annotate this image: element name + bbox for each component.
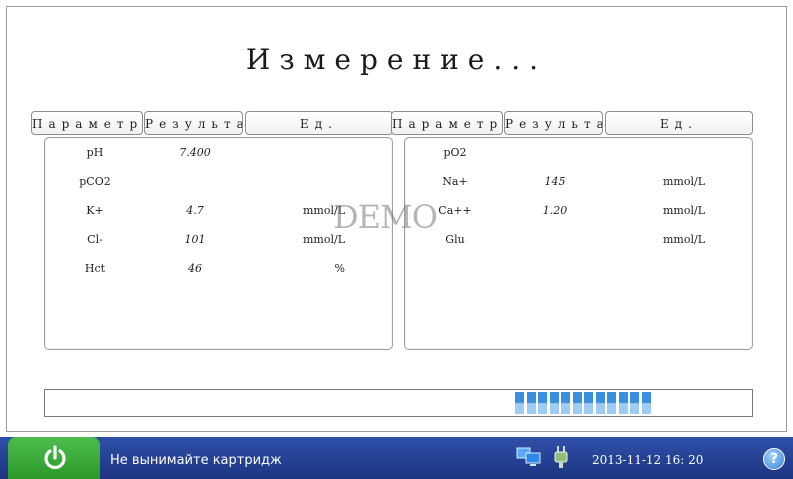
- column-header-unit: Ед.: [605, 111, 753, 135]
- page-title: Измерение...: [245, 43, 548, 76]
- power-plug-icon: [554, 446, 568, 468]
- progress-segment: [584, 392, 593, 414]
- progress-segment: [607, 392, 616, 414]
- parameter-unit: mmol/L: [662, 204, 705, 217]
- power-icon: [44, 445, 66, 470]
- progress-segment: [618, 392, 628, 414]
- progress-segment: [538, 392, 547, 414]
- help-icon[interactable]: ?: [763, 448, 785, 470]
- progress-segment: [572, 392, 582, 414]
- progress-segment: [641, 392, 651, 414]
- table-row: Cl- 101 mmol/L: [45, 233, 394, 253]
- parameter-unit: %: [334, 262, 345, 275]
- parameter-value: 145: [544, 175, 566, 188]
- table-row: Ca++ 1.20 mmol/L: [405, 204, 754, 224]
- parameter-value: 4.7: [186, 204, 204, 217]
- progress-segment: [526, 392, 536, 414]
- parameter-value: 101: [184, 233, 206, 246]
- results-panel: pO2 Na+ 145 mmol/L Ca++ 1.20 mmol/L Glu …: [404, 137, 753, 350]
- parameter-name: K+: [86, 204, 104, 217]
- parameter-name: Hct: [84, 262, 106, 275]
- parameter-name: pCO2: [79, 175, 111, 188]
- progress-segment: [630, 392, 639, 414]
- parameter-name: Cl-: [87, 233, 103, 246]
- table-row: Glu mmol/L: [405, 233, 754, 253]
- table-row: pH 7.400: [45, 146, 394, 166]
- column-header-unit: Ед.: [245, 111, 393, 135]
- parameter-name: Na+: [442, 175, 468, 188]
- progress-segment: [561, 392, 570, 414]
- parameter-name: pO2: [443, 146, 467, 159]
- column-header-parameter: Параметр: [391, 111, 503, 135]
- measurement-progress-bar: [44, 389, 753, 417]
- parameter-name: pH: [86, 146, 104, 159]
- status-message: Не вынимайте картридж: [110, 453, 282, 468]
- parameter-unit: mmol/L: [662, 175, 705, 188]
- table-row: Na+ 145 mmol/L: [405, 175, 754, 195]
- parameter-value: 46: [188, 262, 202, 275]
- results-panel: pH 7.400 pCO2 K+ 4.7 mmol/L Cl- 101 mmol…: [44, 137, 393, 350]
- network-icon: [516, 447, 541, 466]
- demo-watermark: DEMO: [333, 198, 438, 236]
- progress-segment: [515, 392, 524, 414]
- power-button[interactable]: [8, 437, 100, 479]
- column-header-parameter: Параметр: [31, 111, 143, 135]
- parameter-value: 1.20: [542, 204, 568, 217]
- table-row: Hct 46 %: [45, 262, 394, 282]
- parameter-value: 7.400: [179, 146, 211, 159]
- parameter-unit: mmol/L: [662, 233, 705, 246]
- datetime: 2013-11-12 16: 20: [592, 453, 704, 467]
- table-row: pCO2: [45, 175, 394, 195]
- progress-segment: [595, 392, 605, 414]
- table-row: pO2: [405, 146, 754, 166]
- column-header-result: Результат: [144, 111, 243, 135]
- progress-segment: [549, 392, 559, 414]
- column-header-result: Результат: [504, 111, 603, 135]
